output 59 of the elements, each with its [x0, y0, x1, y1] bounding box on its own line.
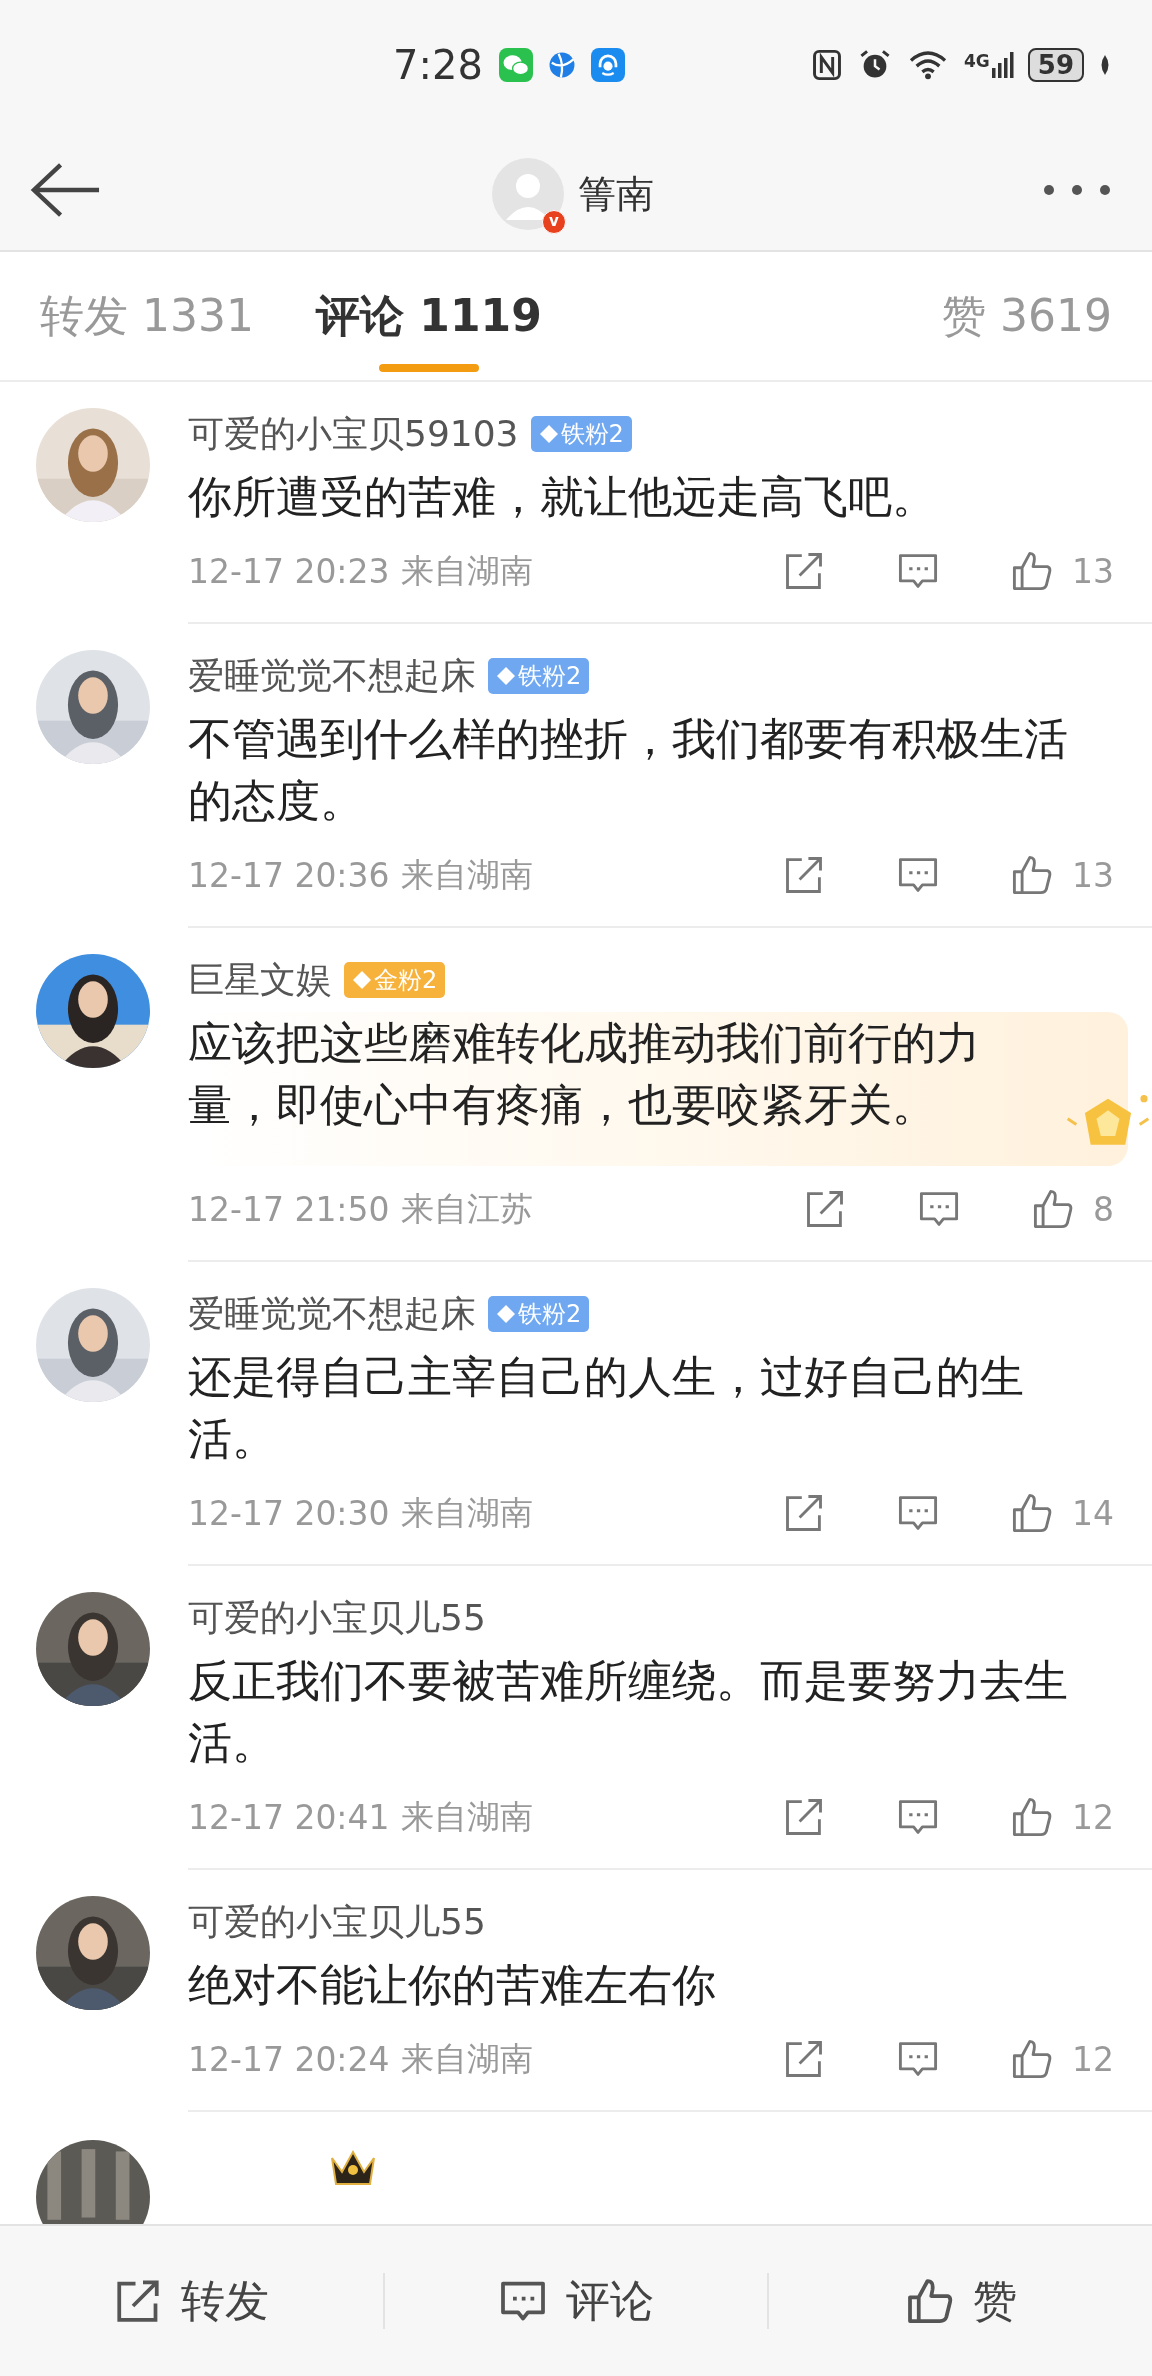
thumbs-up-icon[interactable]: [1010, 1795, 1054, 1839]
battery-indicator: 59: [1027, 48, 1084, 82]
comment-time: 12-17 20:23: [188, 551, 390, 591]
commenter-name[interactable]: 爱睡觉觉不想起床: [188, 651, 476, 701]
badge-label: 金粉2: [374, 965, 438, 996]
diamond-icon: [496, 666, 516, 686]
comment-text: 应该把这些磨难转化成推动我们前行的力量，即使心中有疼痛，也要咬紧牙关。: [188, 1016, 981, 1132]
comment-time: 12-17 20:30: [188, 1493, 390, 1533]
signal-icon: [991, 51, 1014, 79]
verified-badge: v: [542, 210, 566, 234]
network-type: 4G: [964, 51, 990, 71]
badge-label: 铁粉2: [518, 1299, 582, 1330]
headset-app-icon: [590, 48, 625, 82]
comment-location: 来自湖南: [401, 1491, 534, 1534]
like-count: 8: [1093, 1189, 1114, 1229]
thumbs-up-icon[interactable]: [1031, 1187, 1075, 1231]
comment-time: 12-17 20:36: [188, 855, 390, 895]
comment-time: 12-17 20:41: [188, 1797, 390, 1837]
comment-text: 绝对不能让你的苦难左右你: [188, 1958, 717, 2012]
comment-time: 12-17 21:50: [188, 1189, 390, 1229]
more-icon[interactable]: [1042, 183, 1112, 197]
diamond-icon: [352, 970, 372, 990]
comment-text: 你所遭受的苦难，就让他远走高飞吧。: [188, 470, 937, 524]
diamond-icon: [538, 424, 559, 444]
comment-location: 来自湖南: [401, 1795, 534, 1838]
comment-text: 反正我们不要被苦难所缠绕。而是要努力去生活。: [188, 1654, 1069, 1770]
badge-label: 铁粉2: [518, 661, 582, 692]
nfc-icon: [810, 48, 844, 82]
comment-location: 来自湖南: [401, 549, 534, 592]
default-avatar-icon: [492, 158, 564, 230]
commenter-name[interactable]: 可爱的小宝贝59103: [188, 409, 519, 459]
comment-time: 12-17 20:24: [188, 2039, 390, 2079]
comment-text: 不管遇到什么样的挫折，我们都要有积极生活的态度。: [188, 712, 1069, 828]
like-action[interactable]: 赞: [769, 2270, 1152, 2332]
diamond-icon: [496, 1304, 516, 1324]
commenter-name[interactable]: 可爱的小宝贝儿55: [188, 1897, 486, 1947]
thumbs-up-icon[interactable]: [1010, 549, 1054, 593]
badge-label: 铁粉2: [560, 419, 624, 450]
comment-text: 还是得自己主宰自己的人生，过好自己的生活。: [188, 1350, 1025, 1466]
like-count: 12: [1072, 2039, 1114, 2079]
commenter-name[interactable]: 巨星文娱: [188, 955, 332, 1005]
comment-location: 来自江苏: [401, 1187, 534, 1230]
comment-location: 来自湖南: [401, 2037, 534, 2080]
thumbs-up-icon[interactable]: [1010, 2037, 1054, 2081]
commenter-name[interactable]: 爱睡觉觉不想起床: [188, 1289, 476, 1339]
thumbs-up-icon[interactable]: [1010, 853, 1054, 897]
thumbs-up-icon[interactable]: [1010, 1491, 1054, 1535]
like-count: 12: [1072, 1797, 1114, 1837]
like-count: 13: [1072, 551, 1114, 591]
like-count: 13: [1072, 855, 1114, 895]
comment-location: 来自湖南: [401, 853, 534, 896]
chat-app-icon: [498, 48, 533, 82]
commenter-name[interactable]: 可爱的小宝贝儿55: [188, 1593, 486, 1643]
share-action[interactable]: 转发: [0, 2270, 383, 2332]
like-count: 14: [1072, 1493, 1114, 1533]
clock-time: 7:28: [393, 42, 483, 88]
comment-action[interactable]: 评论: [384, 2270, 768, 2332]
tab[interactable]: 评论 1119: [315, 252, 542, 380]
user-name[interactable]: 箐南: [578, 168, 654, 220]
